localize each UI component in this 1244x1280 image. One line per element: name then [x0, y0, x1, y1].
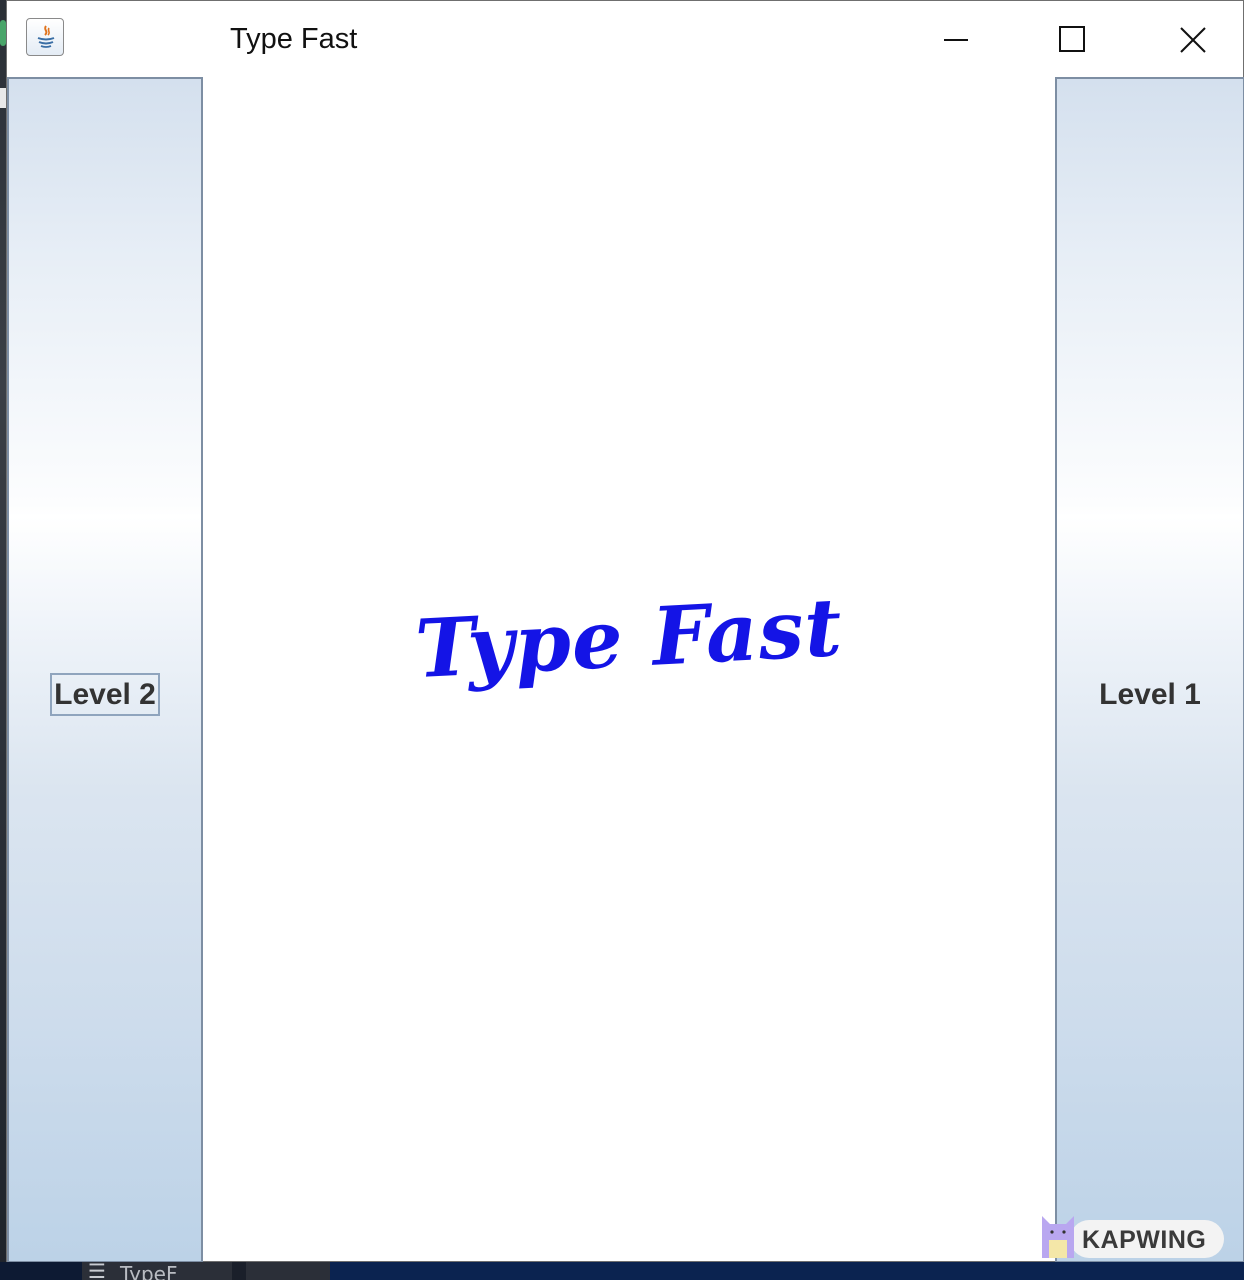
taskbar-app-button[interactable] — [246, 1262, 330, 1280]
maximize-icon — [1059, 26, 1085, 52]
app-window: Type Fast Level 2 Type Fast Level 1 — [6, 0, 1244, 1263]
close-button[interactable] — [1162, 15, 1222, 65]
game-title: Type Fast — [413, 579, 845, 697]
taskbar: ☰ TypeF — [0, 1262, 1244, 1280]
java-app-icon[interactable] — [26, 18, 64, 56]
list-icon: ☰ — [88, 1262, 106, 1280]
taskbar-app-label: TypeF — [120, 1262, 178, 1280]
level-1-label: Level 1 — [1057, 673, 1243, 716]
watermark-text: KAPWING — [1082, 1226, 1207, 1254]
minimize-icon — [944, 39, 968, 41]
taskbar-app-button[interactable]: ☰ TypeF — [82, 1262, 232, 1280]
taskbar-empty-area — [330, 1262, 1244, 1280]
minimize-button[interactable] — [923, 15, 983, 65]
close-icon — [1180, 27, 1206, 53]
level-1-text: Level 1 — [1099, 678, 1201, 711]
kapwing-logo-icon — [1042, 1216, 1074, 1258]
level-2-label: Level 2 — [9, 673, 201, 716]
level-1-button[interactable]: Level 1 — [1055, 77, 1244, 1263]
level-2-button[interactable]: Level 2 — [7, 77, 203, 1263]
level-2-text: Level 2 — [50, 673, 160, 716]
window-title: Type Fast — [230, 23, 358, 55]
kapwing-watermark: KAPWING — [1040, 1212, 1224, 1260]
maximize-button[interactable] — [1041, 15, 1101, 65]
taskbar-gap — [232, 1262, 246, 1280]
title-bar[interactable]: Type Fast — [7, 1, 1243, 77]
